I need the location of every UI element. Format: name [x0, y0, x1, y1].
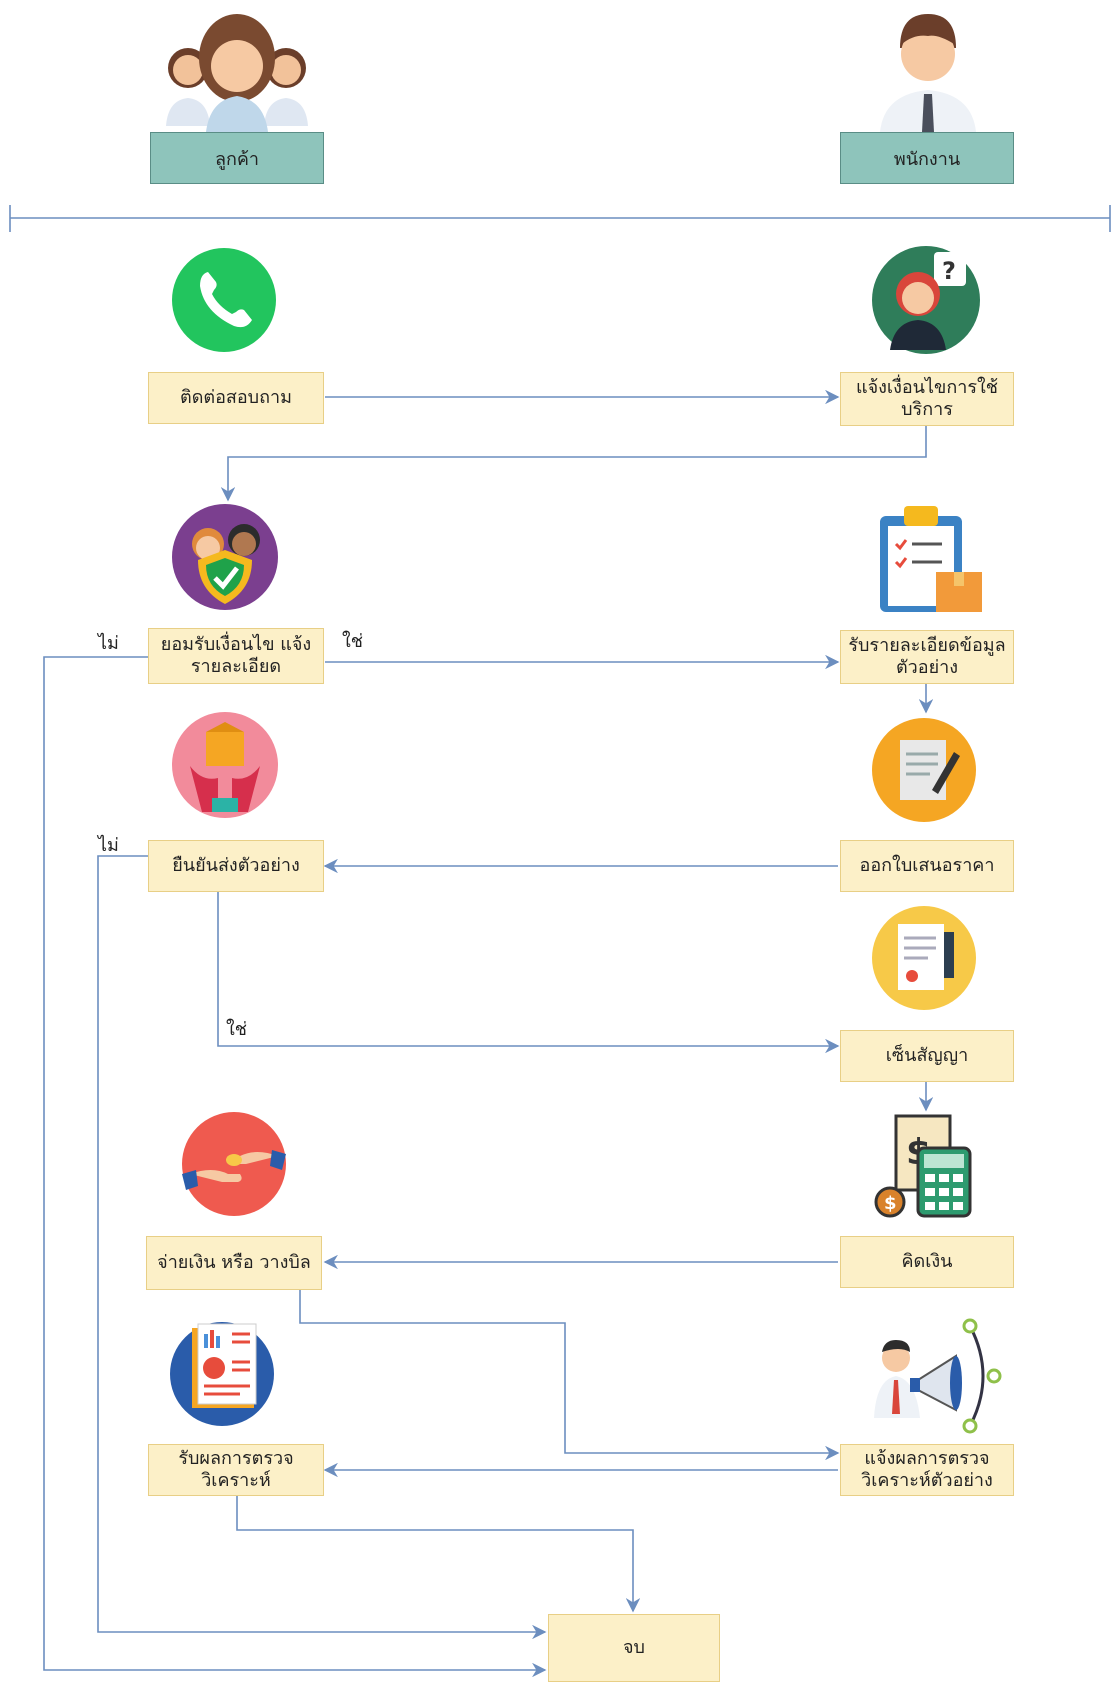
edge-accept-no	[43, 656, 547, 1678]
payment-handshake-icon	[182, 1112, 286, 1216]
phone-icon	[172, 248, 276, 352]
role-staff: พนักงาน	[840, 132, 1014, 184]
node-contact: ติดต่อสอบถาม	[148, 372, 324, 424]
role-customer: ลูกค้า	[150, 132, 324, 184]
svg-text:$: $	[884, 1193, 897, 1214]
edge-terms-to-accept	[220, 426, 927, 502]
node-accept-terms: ยอมรับเงื่อนไข แจ้งรายละเอียด	[148, 628, 324, 684]
agreement-shield-icon	[172, 504, 278, 610]
customers-group-icon	[166, 14, 308, 132]
edge-label-no-accept: ไม่	[98, 633, 119, 654]
edge-label-yes-accept: ใช่	[342, 631, 364, 652]
clipboard-checklist-icon	[880, 506, 982, 612]
node-notify-terms: แจ้งเงื่อนไขการใช้บริการ	[840, 372, 1014, 426]
node-calculate: คิดเงิน	[840, 1236, 1014, 1288]
edge-pay-to-notify	[299, 1290, 840, 1461]
support-agent-icon: ?	[872, 246, 980, 354]
node-sign-contract: เซ็นสัญญา	[840, 1030, 1014, 1082]
node-confirm-send: ยืนยันส่งตัวอย่าง	[148, 840, 324, 892]
node-receive-details: รับรายละเอียดข้อมูลตัวอย่าง	[840, 630, 1014, 684]
node-receive-result: รับผลการตรวจวิเคราะห์	[148, 1444, 324, 1496]
node-notify-result: แจ้งผลการตรวจวิเคราะห์ตัวอย่าง	[840, 1444, 1014, 1496]
node-pay: จ่ายเงิน หรือ วางบิล	[146, 1236, 322, 1290]
quotation-document-icon	[872, 718, 976, 822]
announce-result-icon	[874, 1318, 1002, 1434]
svg-text:?: ?	[942, 257, 956, 285]
contract-icon	[872, 906, 976, 1010]
edge-confirm-yes	[217, 892, 840, 1054]
node-quotation: ออกใบเสนอราคา	[840, 840, 1014, 892]
analysis-report-icon	[170, 1322, 274, 1426]
edge-label-yes-confirm: ใช่	[226, 1019, 248, 1040]
staff-avatar-icon	[880, 14, 976, 132]
edge-label-no-confirm: ไม่	[98, 835, 119, 856]
node-end: จบ	[548, 1614, 720, 1682]
edge-receive-to-end	[236, 1496, 641, 1613]
calculator-money-icon: $ $	[874, 1114, 972, 1218]
package-hands-icon	[172, 712, 278, 818]
